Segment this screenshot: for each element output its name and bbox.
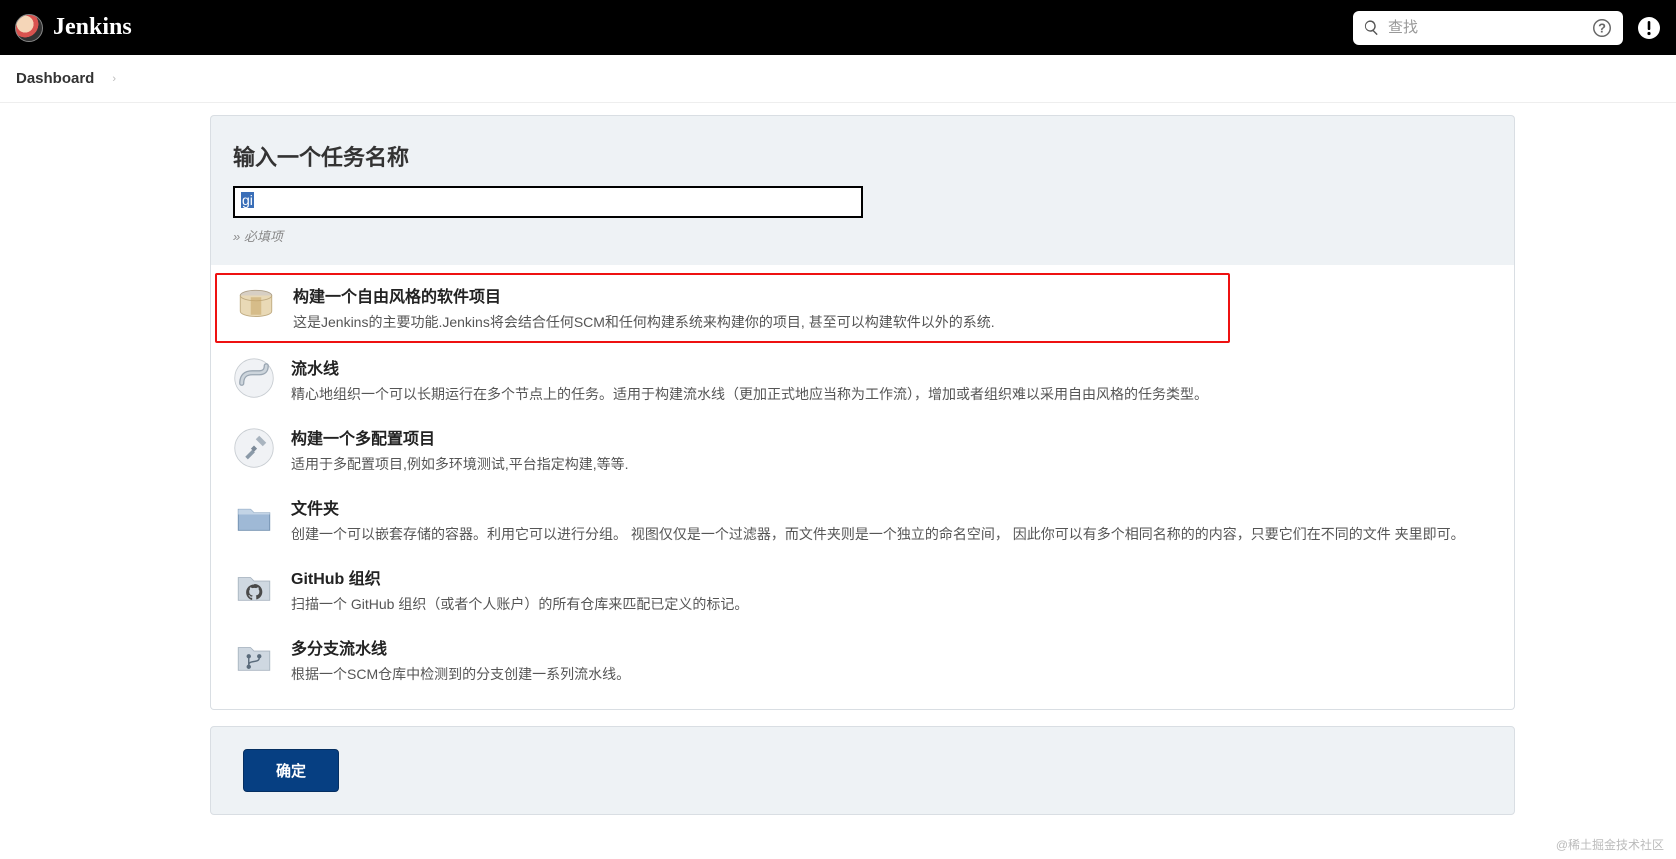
svg-text:?: ?	[1598, 20, 1606, 35]
type-title: 构建一个自由风格的软件项目	[293, 283, 1210, 307]
type-multibranch[interactable]: 多分支流水线 根据一个SCM仓库中检测到的分支创建一系列流水线。	[211, 625, 1514, 695]
type-desc: 这是Jenkins的主要功能.Jenkins将会结合任何SCM和任何构建系统来构…	[293, 312, 1210, 333]
tools-icon	[233, 427, 275, 469]
type-desc: 精心地组织一个可以长期运行在多个节点上的任务。适用于构建流水线（更加正式地应当称…	[291, 384, 1492, 405]
item-name-input[interactable]	[233, 186, 863, 218]
type-title: GitHub 组织	[291, 565, 1492, 589]
github-icon	[233, 567, 275, 609]
type-desc: 扫描一个 GitHub 组织（或者个人账户）的所有仓库来匹配已定义的标记。	[291, 594, 1492, 615]
type-desc: 适用于多配置项目,例如多环境测试,平台指定构建,等等.	[291, 454, 1492, 475]
type-multiconfig[interactable]: 构建一个多配置项目 适用于多配置项目,例如多环境测试,平台指定构建,等等.	[211, 415, 1514, 485]
type-pipeline[interactable]: 流水线 精心地组织一个可以长期运行在多个节点上的任务。适用于构建流水线（更加正式…	[211, 345, 1514, 415]
section-heading: 输入一个任务名称	[233, 140, 1492, 172]
folder-icon	[233, 497, 275, 539]
box-icon	[235, 285, 277, 327]
type-title: 构建一个多配置项目	[291, 425, 1492, 449]
jenkins-logo-icon	[15, 14, 43, 42]
app-title: Jenkins	[53, 14, 132, 41]
type-title: 流水线	[291, 355, 1492, 379]
header-right: ?	[1353, 11, 1661, 45]
type-title: 多分支流水线	[291, 635, 1492, 659]
name-section: 输入一个任务名称 gi » 必填项	[210, 115, 1515, 265]
branch-icon	[233, 637, 275, 679]
search-icon	[1363, 19, 1380, 36]
type-folder[interactable]: 文件夹 创建一个可以嵌套存储的容器。利用它可以进行分组。 视图仅仅是一个过滤器，…	[211, 485, 1514, 555]
search-input[interactable]	[1388, 19, 1591, 36]
alert-icon[interactable]	[1637, 16, 1661, 40]
breadcrumb-dashboard[interactable]: Dashboard	[16, 70, 94, 87]
type-github-org[interactable]: GitHub 组织 扫描一个 GitHub 组织（或者个人账户）的所有仓库来匹配…	[211, 555, 1514, 625]
top-header: Jenkins ?	[0, 0, 1676, 55]
search-box[interactable]: ?	[1353, 11, 1623, 45]
bottom-bar: 确定	[210, 726, 1515, 815]
type-title: 文件夹	[291, 495, 1492, 519]
type-desc: 创建一个可以嵌套存储的容器。利用它可以进行分组。 视图仅仅是一个过滤器，而文件夹…	[291, 524, 1492, 545]
help-icon[interactable]: ?	[1591, 17, 1613, 39]
ok-button[interactable]: 确定	[243, 749, 339, 792]
chevron-right-icon: ›	[112, 73, 116, 85]
watermark: @稀土掘金技术社区	[1556, 836, 1664, 853]
pipeline-icon	[233, 357, 275, 399]
item-types-list: 构建一个自由风格的软件项目 这是Jenkins的主要功能.Jenkins将会结合…	[210, 265, 1515, 710]
type-desc: 根据一个SCM仓库中检测到的分支创建一系列流水线。	[291, 664, 1492, 685]
type-freestyle[interactable]: 构建一个自由风格的软件项目 这是Jenkins的主要功能.Jenkins将会结合…	[215, 273, 1230, 343]
header-brand[interactable]: Jenkins	[15, 14, 132, 42]
main-panel: 输入一个任务名称 gi » 必填项 构建一个自由风格的软件项目 这是Jenkin…	[210, 115, 1515, 815]
breadcrumb: Dashboard ›	[0, 55, 1676, 103]
required-note: » 必填项	[233, 226, 1492, 245]
